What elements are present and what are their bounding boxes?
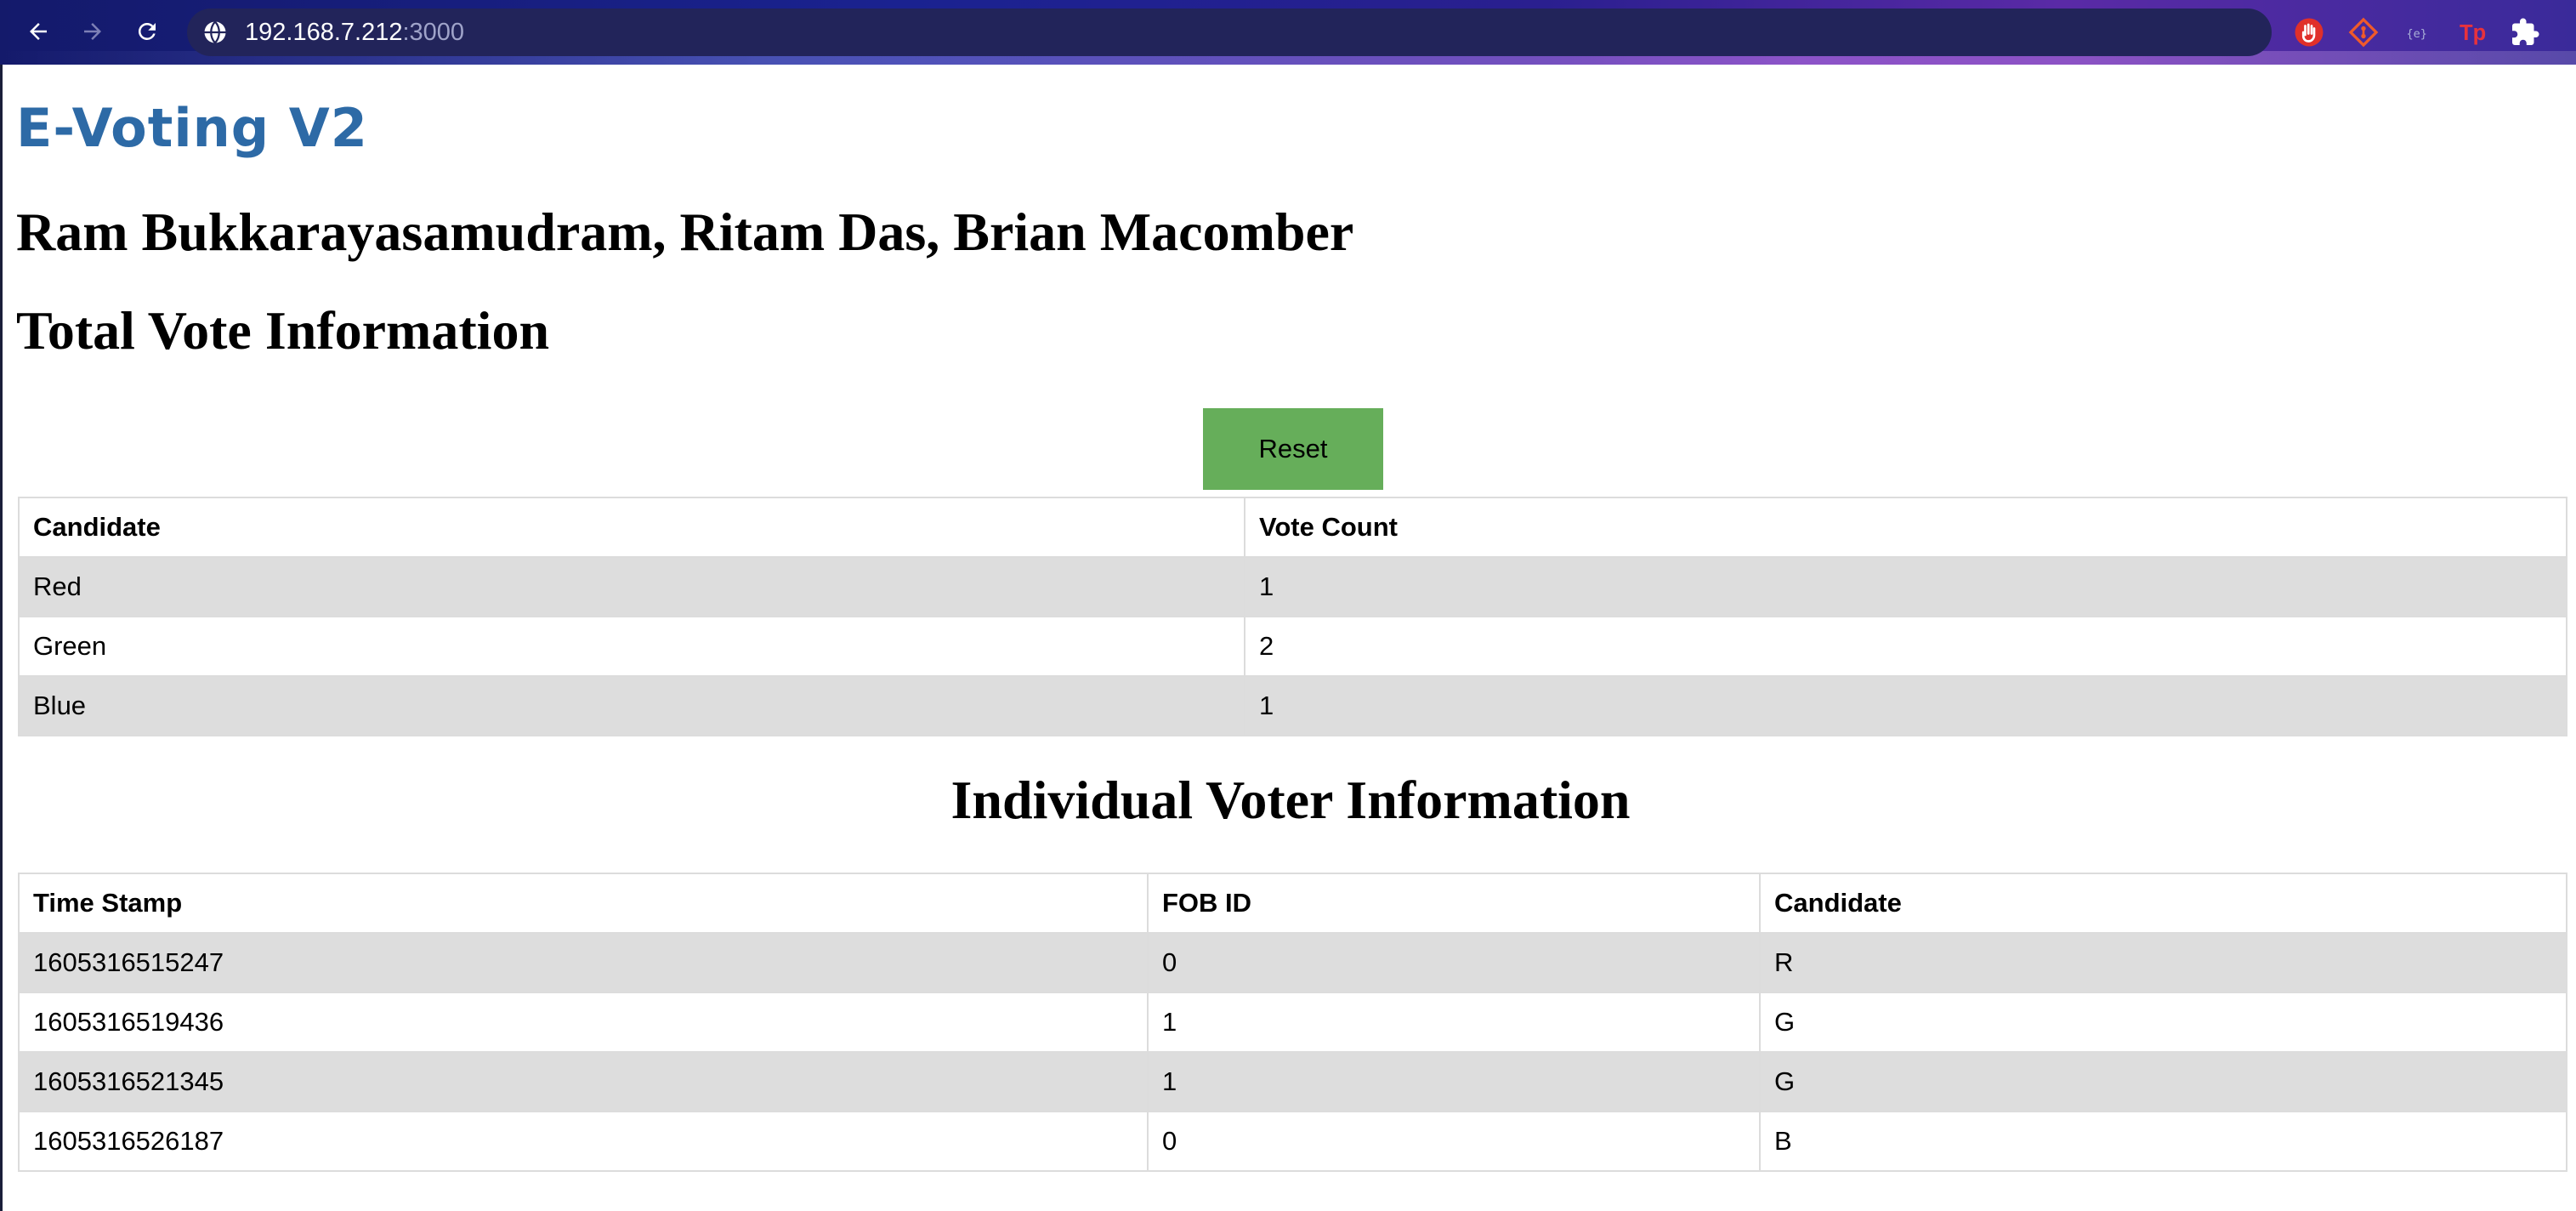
arrow-right-icon xyxy=(84,23,101,40)
column-header: Vote Count xyxy=(1244,497,2567,558)
back-button[interactable] xyxy=(19,12,58,51)
tp-extension-button[interactable]: Tp xyxy=(2455,15,2489,49)
svg-text:Tp: Tp xyxy=(2460,21,2486,45)
url-port: :3000 xyxy=(402,18,465,46)
authors-heading: Ram Bukkarayasamudram, Ritam Das, Brian … xyxy=(16,202,1354,262)
fob-id-cell: 1 xyxy=(1147,1051,1761,1112)
individual-voter-heading: Individual Voter Information xyxy=(950,770,1631,830)
reload-button[interactable] xyxy=(128,12,167,51)
table-row: Green 2 xyxy=(18,616,2567,677)
candidate-cell: G xyxy=(1759,1051,2567,1112)
extensions-button[interactable] xyxy=(2508,15,2542,49)
git-extension-icon xyxy=(2348,17,2379,48)
timestamp-cell: 1605316519436 xyxy=(18,992,1149,1053)
app-title: E-Voting V2 xyxy=(16,97,368,159)
page-content: E-Voting V2 Ram Bukkarayasamudram, Ritam… xyxy=(0,65,2576,1211)
json-extension-button[interactable]: {e} xyxy=(2401,15,2435,49)
table-row: 1605316521345 1 G xyxy=(18,1051,2567,1112)
arrow-left-icon xyxy=(30,23,47,40)
candidate-cell: R xyxy=(1759,932,2567,993)
table-header-row: Candidate Vote Count xyxy=(18,497,2567,558)
hand-extension-icon xyxy=(2295,18,2324,47)
total-vote-heading: Total Vote Information xyxy=(16,300,550,361)
candidate-cell: Red xyxy=(18,556,1245,617)
table-row: 1605316515247 0 R xyxy=(18,932,2567,993)
reload-icon xyxy=(138,22,156,40)
address-bar[interactable]: 192.168.7.212:3000 xyxy=(187,9,2272,56)
timestamp-cell: 1605316526187 xyxy=(18,1111,1149,1172)
candidate-cell: G xyxy=(1759,992,2567,1053)
timestamp-cell: 1605316521345 xyxy=(18,1051,1149,1112)
vote-count-cell: 2 xyxy=(1244,616,2567,677)
fob-id-cell: 1 xyxy=(1147,992,1761,1053)
vote-count-cell: 1 xyxy=(1244,556,2567,617)
fob-id-cell: 0 xyxy=(1147,932,1761,993)
table-row: 1605316526187 0 B xyxy=(18,1111,2567,1172)
column-header: Candidate xyxy=(1759,873,2567,934)
svg-text:{e}: {e} xyxy=(2407,27,2427,41)
browser-toolbar: 192.168.7.212:3000 {e} Tp xyxy=(0,0,2576,65)
timestamp-cell: 1605316515247 xyxy=(18,932,1149,993)
site-info-icon[interactable] xyxy=(202,20,228,45)
vote-count-cell: 1 xyxy=(1244,675,2567,736)
git-extension-button[interactable] xyxy=(2346,15,2380,49)
candidate-cell: Green xyxy=(18,616,1245,677)
table-header-row: Time Stamp FOB ID Candidate xyxy=(18,873,2567,934)
puzzle-extensions-icon xyxy=(2512,18,2539,45)
json-extension-icon: {e} xyxy=(2407,27,2427,41)
hand-extension-button[interactable] xyxy=(2292,15,2326,49)
candidate-cell: Blue xyxy=(18,675,1245,736)
individual-voter-table: Time Stamp FOB ID Candidate 160531651524… xyxy=(18,873,2567,1172)
total-votes-table: Candidate Vote Count Red 1 Green 2 Blue … xyxy=(18,497,2567,736)
column-header: Time Stamp xyxy=(18,873,1149,934)
url-host: 192.168.7.212 xyxy=(245,18,403,46)
column-header: FOB ID xyxy=(1147,873,1761,934)
tp-extension-icon: Tp xyxy=(2460,21,2486,45)
reset-button[interactable]: Reset xyxy=(1203,408,1383,490)
fob-id-cell: 0 xyxy=(1147,1111,1761,1172)
forward-button[interactable] xyxy=(73,12,112,51)
table-row: Red 1 xyxy=(18,556,2567,617)
column-header: Candidate xyxy=(18,497,1245,558)
candidate-cell: B xyxy=(1759,1111,2567,1172)
table-row: 1605316519436 1 G xyxy=(18,992,2567,1053)
table-row: Blue 1 xyxy=(18,675,2567,736)
